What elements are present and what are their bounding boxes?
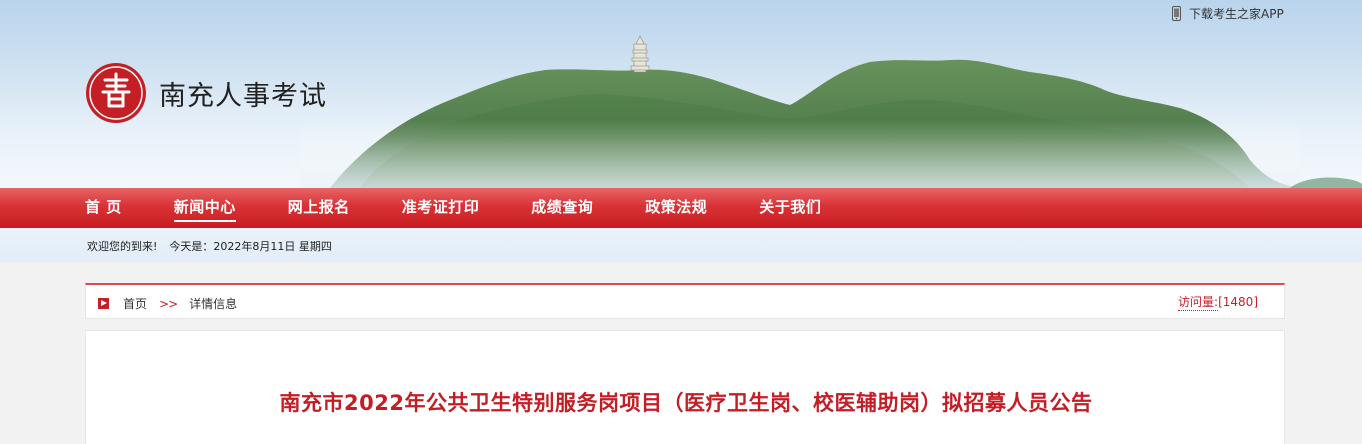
nav-item-policies[interactable]: 政策法规 [645,188,707,228]
visit-counter-label: 访问量: [1178,295,1219,311]
breadcrumb-home-link[interactable]: 首页 [123,295,147,312]
nav-item-about-us[interactable]: 关于我们 [759,188,821,228]
nav-item-score-query[interactable]: 成绩查询 [531,188,593,228]
nav-item-admission-ticket[interactable]: 准考证打印 [402,188,480,228]
download-app-label: 下载考生之家APP [1189,6,1284,21]
main-navigation: 首 页 新闻中心 网上报名 准考证打印 成绩查询 政策法规 关于我们 [0,188,1362,228]
welcome-bar: 欢迎您的到来! 今天是：2022年8月11日 星期四 [0,228,1362,262]
welcome-greeting: 欢迎您的到来! [87,240,158,253]
phone-icon [1172,5,1181,21]
current-date: 今天是：2022年8月11日 星期四 [169,240,332,253]
article-panel: 南充市2022年公共卫生特别服务岗项目（医疗卫生岗、校医辅助岗）拟招募人员公告 [85,330,1285,444]
header-banner: 下载考生之家APP 南充人事考试 [0,0,1362,188]
breadcrumb-separator: >> [159,296,178,311]
nav-item-online-registration[interactable]: 网上报名 [288,188,350,228]
breadcrumb-bar: 首页 >> 详情信息 访问量: [1480] [85,283,1285,319]
visit-counter: 访问量: [1480] [1178,293,1258,311]
breadcrumb-current: 详情信息 [189,297,238,311]
article-title: 南充市2022年公共卫生特别服务岗项目（医疗卫生岗、校医辅助岗）拟招募人员公告 [279,391,1093,415]
site-title: 南充人事考试 [159,80,327,112]
nav-item-news[interactable]: 新闻中心 [173,188,236,228]
breadcrumb: 首页 >> 详情信息 [98,295,237,312]
seal-logo-icon [86,63,146,123]
site-logo[interactable]: 南充人事考试 [85,62,327,124]
download-app-link[interactable]: 下载考生之家APP [1172,5,1284,21]
visit-counter-value: [1480] [1218,295,1258,309]
nav-item-home[interactable]: 首 页 [85,188,122,228]
play-arrow-icon [98,298,109,309]
